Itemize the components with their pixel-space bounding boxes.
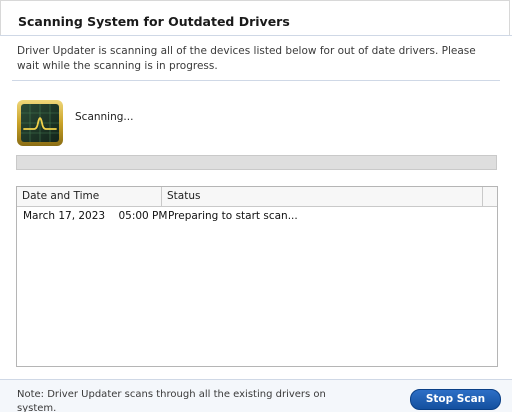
stop-scan-button[interactable]: Stop Scan xyxy=(410,389,501,410)
header-divider xyxy=(0,35,512,36)
dialog-description: Driver Updater is scanning all of the de… xyxy=(17,45,476,72)
table-header: Date and Time Status xyxy=(17,187,497,207)
description-divider xyxy=(12,80,500,81)
scan-progress-bar xyxy=(16,155,497,170)
column-header-status[interactable]: Status xyxy=(162,187,483,206)
scan-status-label: Scanning... xyxy=(75,111,134,123)
scan-log-table: Date and Time Status March 17, 2023 05:0… xyxy=(16,186,498,367)
monitor-waveform-icon xyxy=(16,99,64,147)
dialog-header: Scanning System for Outdated Drivers xyxy=(0,0,510,36)
row-date-time: March 17, 2023 05:00 PM xyxy=(23,210,168,222)
row-status: Preparing to start scan... xyxy=(168,210,298,222)
footer-note: Note: Driver Updater scans through all t… xyxy=(17,389,326,412)
dialog-title: Scanning System for Outdated Drivers xyxy=(18,14,290,29)
table-row[interactable]: March 17, 2023 05:00 PM Preparing to sta… xyxy=(17,207,497,225)
column-header-date-time[interactable]: Date and Time xyxy=(17,187,162,206)
scan-dialog: Scanning System for Outdated Drivers Dri… xyxy=(0,0,512,412)
column-header-filler xyxy=(483,187,497,206)
